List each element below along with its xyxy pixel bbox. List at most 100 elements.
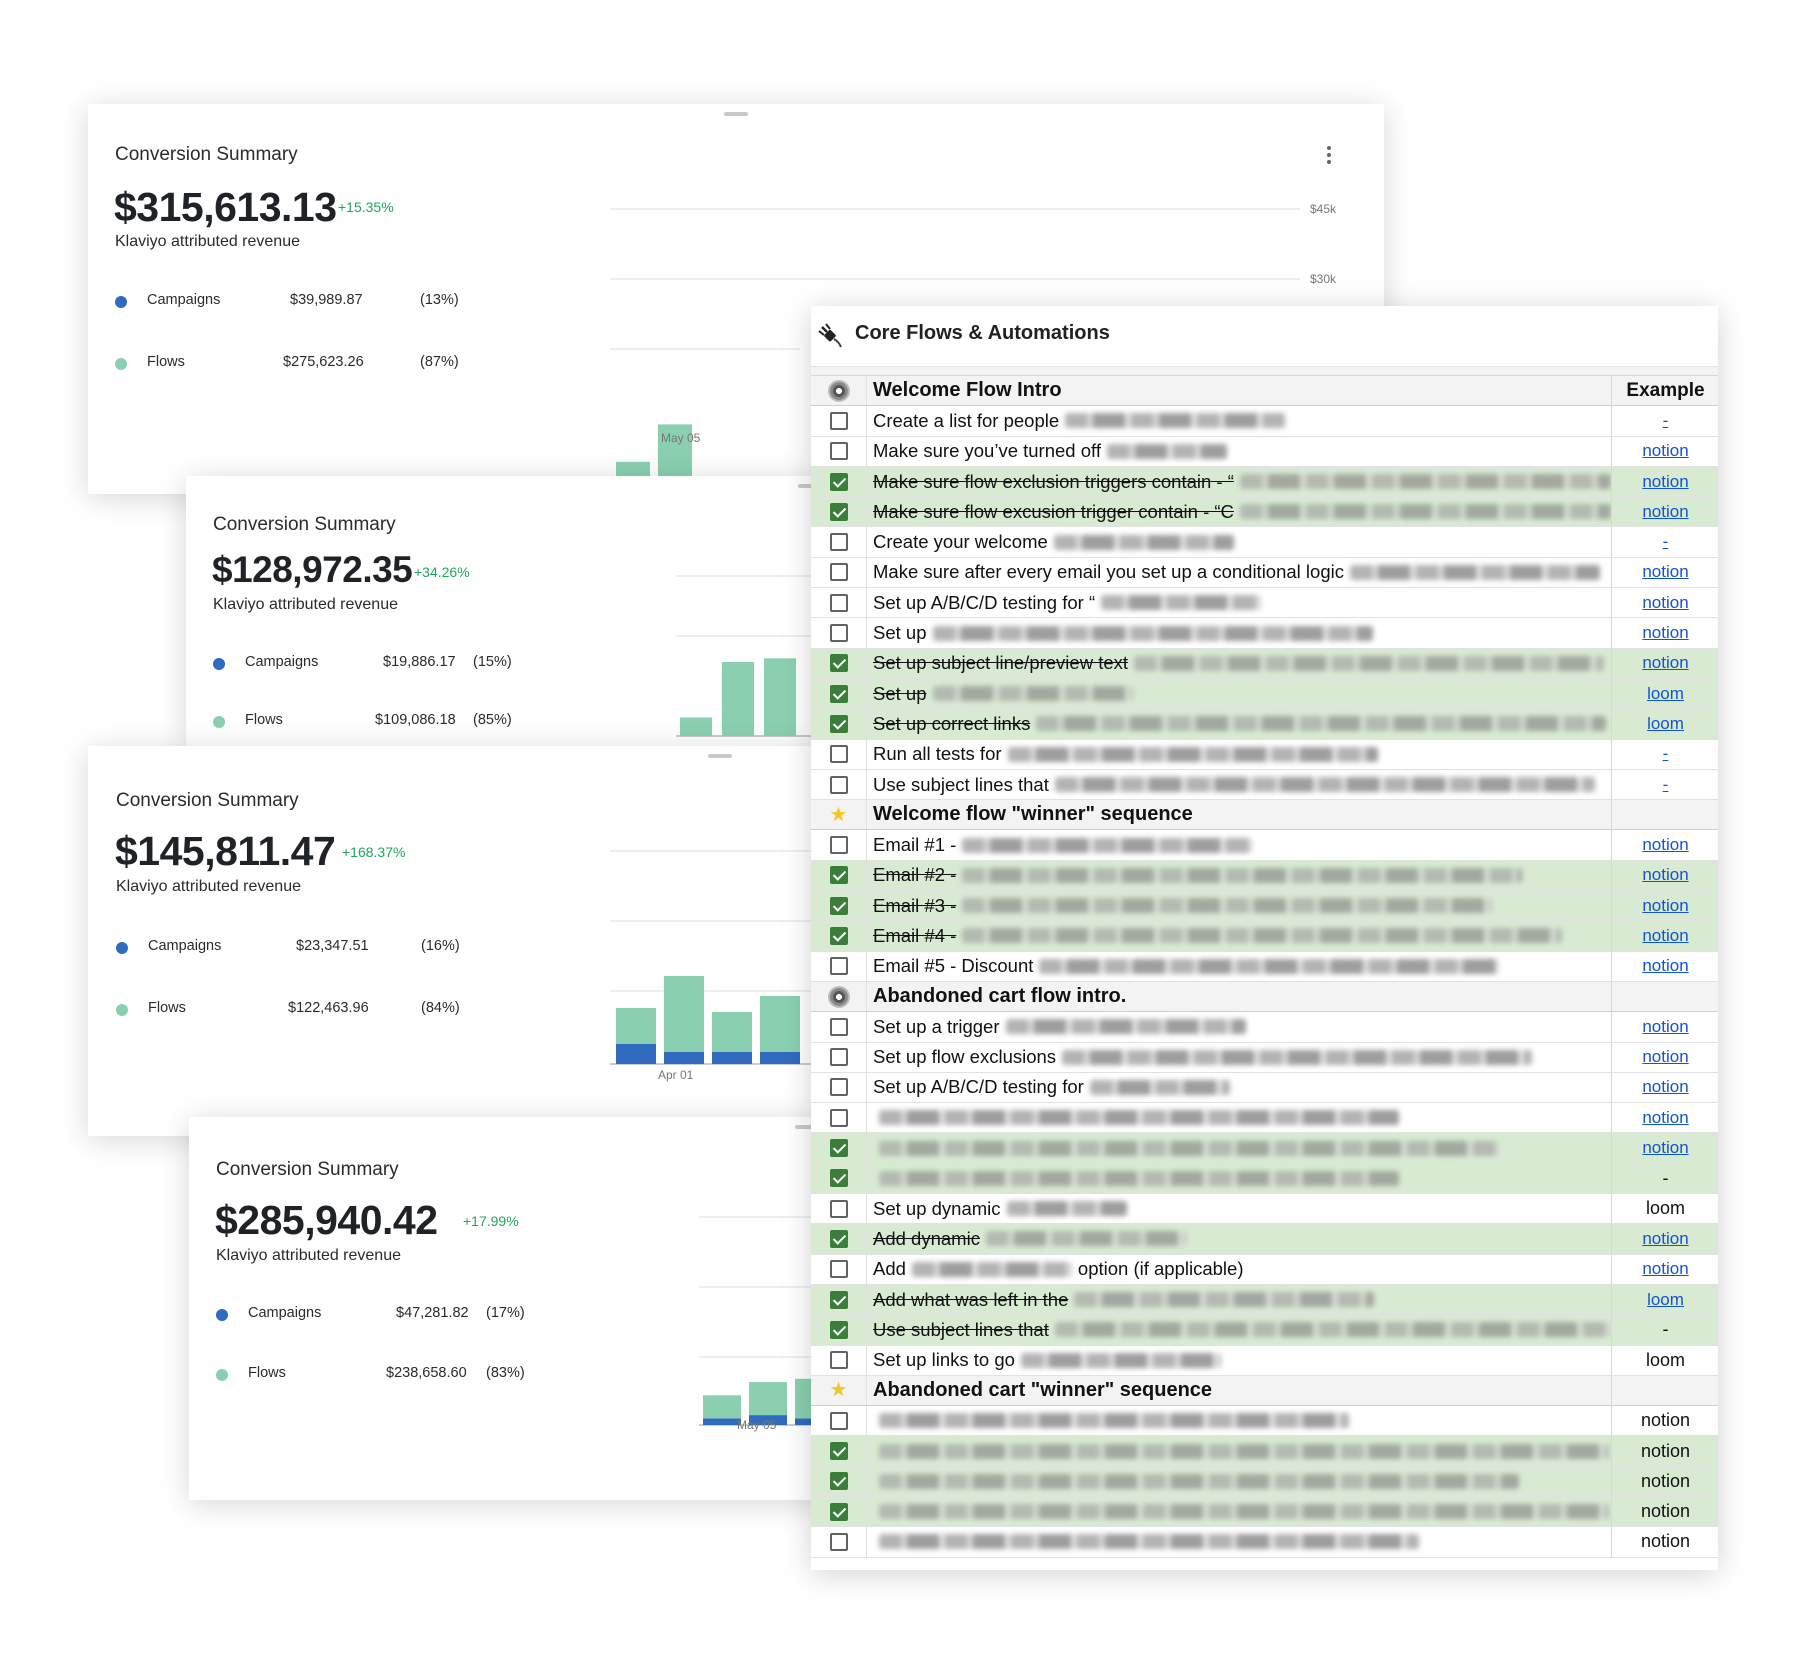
- checked-checkbox[interactable]: [829, 926, 848, 945]
- unchecked-checkbox[interactable]: [829, 1532, 848, 1551]
- bar-flows[interactable]: [764, 658, 796, 736]
- example-link[interactable]: loom: [1611, 1284, 1718, 1315]
- task-text-cell[interactable]: Use subject lines that: [866, 1315, 1611, 1345]
- check-cell[interactable]: [811, 1012, 866, 1041]
- bar-flows[interactable]: [722, 662, 754, 736]
- task-text-cell[interactable]: [866, 1133, 1611, 1163]
- example-link[interactable]: notion: [1611, 1224, 1718, 1254]
- bar-flows[interactable]: [664, 976, 704, 1052]
- task-text-cell[interactable]: Add dynamic: [866, 1224, 1611, 1254]
- checked-checkbox[interactable]: [829, 1290, 848, 1309]
- check-cell[interactable]: [811, 406, 866, 435]
- check-cell[interactable]: [811, 770, 866, 799]
- check-cell[interactable]: [811, 830, 866, 859]
- bar-campaigns[interactable]: [664, 1052, 704, 1064]
- check-cell[interactable]: [811, 1346, 866, 1375]
- task-text-cell[interactable]: Set up A/B/C/D testing for “: [866, 588, 1611, 618]
- task-text-cell[interactable]: Set up a trigger: [866, 1012, 1611, 1042]
- example-link[interactable]: notion: [1611, 1254, 1718, 1284]
- example-link[interactable]: notion: [1611, 466, 1718, 497]
- example-link[interactable]: -: [1611, 527, 1718, 557]
- task-text-cell[interactable]: Add option (if applicable): [866, 1254, 1611, 1284]
- bar-flows[interactable]: [712, 1012, 752, 1052]
- bar-flows[interactable]: [703, 1395, 741, 1419]
- check-cell[interactable]: [811, 1527, 866, 1556]
- task-text-cell[interactable]: Set up A/B/C/D testing for: [866, 1072, 1611, 1103]
- task-text-cell[interactable]: Welcome Flow Intro: [866, 376, 1611, 406]
- bar-campaigns[interactable]: [616, 1044, 656, 1064]
- task-text-cell[interactable]: Email #3 -: [866, 891, 1611, 921]
- check-cell[interactable]: [811, 1073, 866, 1102]
- unchecked-checkbox[interactable]: [829, 1411, 848, 1430]
- checked-checkbox[interactable]: [829, 654, 848, 673]
- unchecked-checkbox[interactable]: [829, 533, 848, 552]
- example-link[interactable]: notion: [1611, 891, 1718, 921]
- unchecked-checkbox[interactable]: [829, 957, 848, 976]
- bar-flows[interactable]: [760, 996, 800, 1052]
- check-cell[interactable]: [811, 437, 866, 466]
- unchecked-checkbox[interactable]: [829, 563, 848, 582]
- example-link[interactable]: notion: [1611, 1042, 1718, 1072]
- example-link[interactable]: loom: [1611, 678, 1718, 709]
- checked-checkbox[interactable]: [829, 1169, 848, 1188]
- bar-flows[interactable]: [680, 717, 712, 737]
- unchecked-checkbox[interactable]: [829, 1199, 848, 1218]
- unchecked-checkbox[interactable]: [829, 593, 848, 612]
- unchecked-checkbox[interactable]: [829, 1351, 848, 1370]
- unchecked-checkbox[interactable]: [829, 411, 848, 430]
- task-text-cell[interactable]: [866, 1436, 1611, 1466]
- example-link[interactable]: notion: [1611, 1072, 1718, 1103]
- drag-handle[interactable]: [708, 754, 732, 758]
- task-text-cell[interactable]: Make sure you’ve turned off: [866, 436, 1611, 466]
- unchecked-checkbox[interactable]: [829, 1017, 848, 1036]
- check-cell[interactable]: [811, 467, 866, 496]
- task-text-cell[interactable]: [866, 1496, 1611, 1527]
- check-cell[interactable]: [811, 921, 866, 950]
- task-text-cell[interactable]: Make sure after every email you set up a…: [866, 557, 1611, 588]
- check-cell[interactable]: [811, 649, 866, 678]
- check-cell[interactable]: [811, 558, 866, 587]
- example-link[interactable]: notion: [1611, 830, 1718, 860]
- unchecked-checkbox[interactable]: [829, 442, 848, 461]
- bar-campaigns[interactable]: [703, 1418, 741, 1425]
- check-cell[interactable]: [811, 618, 866, 647]
- check-cell[interactable]: [811, 1285, 866, 1314]
- check-cell[interactable]: [811, 891, 866, 920]
- task-text-cell[interactable]: Use subject lines that: [866, 769, 1611, 800]
- checked-checkbox[interactable]: [829, 1320, 848, 1339]
- example-link[interactable]: notion: [1611, 1012, 1718, 1042]
- checked-checkbox[interactable]: [829, 1442, 848, 1461]
- task-text-cell[interactable]: Run all tests for: [866, 739, 1611, 769]
- example-link[interactable]: -: [1611, 769, 1718, 800]
- check-cell[interactable]: [811, 709, 866, 738]
- checked-checkbox[interactable]: [829, 472, 848, 491]
- bar-campaigns[interactable]: [712, 1052, 752, 1064]
- check-cell[interactable]: [811, 1315, 866, 1344]
- task-text-cell[interactable]: Set up correct links: [866, 709, 1611, 739]
- example-link[interactable]: notion: [1611, 588, 1718, 618]
- example-link[interactable]: notion: [1611, 618, 1718, 648]
- check-cell[interactable]: [811, 1164, 866, 1193]
- checked-checkbox[interactable]: [829, 502, 848, 521]
- check-cell[interactable]: [811, 1043, 866, 1072]
- check-cell[interactable]: [811, 740, 866, 769]
- example-link[interactable]: notion: [1611, 436, 1718, 466]
- unchecked-checkbox[interactable]: [829, 1048, 848, 1067]
- task-text-cell[interactable]: [866, 1466, 1611, 1496]
- more-vert-icon[interactable]: [1326, 146, 1332, 166]
- task-text-cell[interactable]: [866, 1406, 1611, 1436]
- task-text-cell[interactable]: Set up subject line/preview text: [866, 648, 1611, 678]
- example-link[interactable]: notion: [1611, 860, 1718, 891]
- task-text-cell[interactable]: Set up: [866, 618, 1611, 648]
- check-cell[interactable]: [811, 1255, 866, 1284]
- task-text-cell[interactable]: Set up flow exclusions: [866, 1042, 1611, 1072]
- checked-checkbox[interactable]: [829, 714, 848, 733]
- checked-checkbox[interactable]: [829, 684, 848, 703]
- check-cell[interactable]: [811, 1224, 866, 1253]
- checked-checkbox[interactable]: [829, 1229, 848, 1248]
- task-text-cell[interactable]: Email #4 -: [866, 921, 1611, 951]
- check-cell[interactable]: [811, 952, 866, 981]
- example-link[interactable]: loom: [1611, 709, 1718, 739]
- check-cell[interactable]: [811, 497, 866, 526]
- checked-checkbox[interactable]: [829, 866, 848, 885]
